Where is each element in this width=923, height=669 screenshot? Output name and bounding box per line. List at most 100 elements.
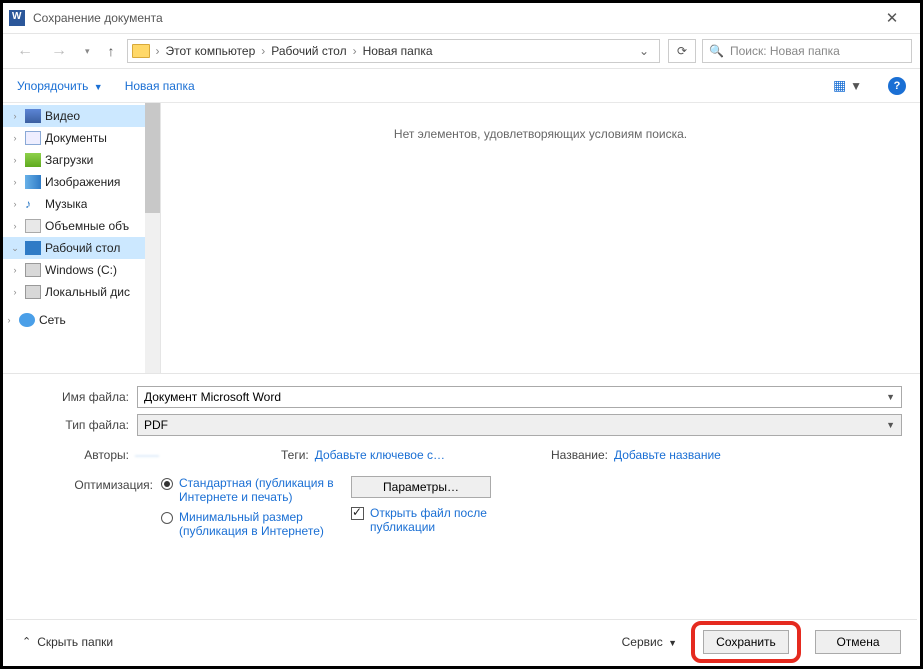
chevron-down-icon[interactable]: ▼ xyxy=(886,392,895,402)
chevron-icon: › xyxy=(9,111,21,121)
radio-icon xyxy=(161,512,173,524)
tree-item-network[interactable]: › Сеть xyxy=(3,309,160,331)
chevron-icon: ⌄ xyxy=(9,243,21,254)
chevron-icon: › xyxy=(9,287,21,297)
service-menu[interactable]: Сервис ▼ xyxy=(622,635,677,649)
tree-item-drv[interactable]: › Windows (C:) xyxy=(3,259,160,281)
tree-item-label: Windows (C:) xyxy=(45,263,117,277)
save-button[interactable]: Сохранить xyxy=(703,630,789,654)
parameters-button[interactable]: Параметры… xyxy=(351,476,491,498)
dialog-footer: ⌃ Скрыть папки Сервис ▼ Сохранить Отмена xyxy=(6,619,917,663)
folder-icon xyxy=(132,44,150,58)
film-icon xyxy=(25,109,41,123)
chevron-down-icon[interactable]: ▼ xyxy=(886,420,895,430)
chevron-right-icon: › xyxy=(353,44,357,58)
tree-item-vol[interactable]: › Объемные объ xyxy=(3,215,160,237)
window-title: Сохранение документа xyxy=(33,11,870,25)
nav-forward-icon[interactable]: → xyxy=(45,42,73,60)
help-icon[interactable]: ? xyxy=(888,77,906,95)
chevron-icon: › xyxy=(9,265,21,275)
tags-add-link[interactable]: Добавьте ключевое с… xyxy=(315,448,445,462)
save-highlight: Сохранить xyxy=(691,621,801,663)
search-input[interactable]: 🔍 Поиск: Новая папка xyxy=(702,39,912,63)
optimize-standard-radio[interactable]: Стандартная (публикация в Интернете и пе… xyxy=(161,476,351,504)
save-form: Имя файла: ▼ Тип файла: PDF ▼ Авторы: ——… xyxy=(3,373,920,552)
new-folder-button[interactable]: Новая папка xyxy=(125,79,195,93)
tree-item-dl[interactable]: › Загрузки xyxy=(3,149,160,171)
tree-item-img[interactable]: › Изображения xyxy=(3,171,160,193)
chevron-icon: › xyxy=(9,177,21,187)
authors-value[interactable]: —— xyxy=(135,448,159,462)
chevron-icon: › xyxy=(9,199,21,209)
title-add-link[interactable]: Добавьте название xyxy=(614,448,721,462)
filename-label: Имя файла: xyxy=(21,390,137,404)
tree-item-label: Изображения xyxy=(45,175,120,189)
tree-item-drv[interactable]: › Локальный дис xyxy=(3,281,160,303)
chevron-right-icon: › xyxy=(156,44,160,58)
optimize-label: Оптимизация: xyxy=(21,476,161,544)
tree-item-doc[interactable]: › Документы xyxy=(3,127,160,149)
tree-item-mus[interactable]: › Музыка xyxy=(3,193,160,215)
tree-item-label: Локальный дис xyxy=(45,285,130,299)
crumb-folder[interactable]: Новая папка xyxy=(359,44,437,58)
nav-up-icon[interactable]: ↑ xyxy=(102,43,121,59)
crumb-desktop[interactable]: Рабочий стол xyxy=(267,44,350,58)
search-placeholder: Поиск: Новая папка xyxy=(730,44,840,58)
chevron-up-icon: ⌃ xyxy=(22,635,31,648)
view-options-icon[interactable]: ▦ ▼ xyxy=(829,77,866,94)
tree-item-label: Сеть xyxy=(39,313,66,327)
authors-label: Авторы: xyxy=(21,448,129,462)
body: › Видео › Документы › Загрузки › Изображения › Му… xyxy=(3,103,920,373)
address-bar: ← → ▾ ↑ › Этот компьютер › Рабочий стол … xyxy=(3,33,920,69)
crumb-computer[interactable]: Этот компьютер xyxy=(162,44,260,58)
address-dropdown-icon[interactable]: ⌄ xyxy=(633,44,655,58)
tree-item-label: Видео xyxy=(45,109,80,123)
hide-folders-toggle[interactable]: ⌃ Скрыть папки xyxy=(22,635,113,649)
drv-icon xyxy=(25,285,41,299)
tree-item-desk[interactable]: ⌄ Рабочий стол xyxy=(3,237,160,259)
title-meta-label: Название: xyxy=(551,448,608,462)
filetype-select[interactable]: PDF ▼ xyxy=(137,414,902,436)
chevron-icon: › xyxy=(3,315,15,325)
file-list: Нет элементов, удовлетворяющих условиям … xyxy=(161,103,920,373)
open-after-checkbox[interactable]: Открыть файл после публикации xyxy=(351,506,551,534)
empty-message: Нет элементов, удовлетворяющих условиям … xyxy=(161,127,920,141)
checkbox-icon xyxy=(351,507,364,520)
organize-menu[interactable]: Упорядочить ▼ xyxy=(17,79,103,93)
chevron-icon: › xyxy=(9,155,21,165)
mus-icon xyxy=(25,197,41,211)
cancel-button[interactable]: Отмена xyxy=(815,630,901,654)
img-icon xyxy=(25,175,41,189)
chevron-icon: › xyxy=(9,133,21,143)
close-icon[interactable]: ✕ xyxy=(870,9,914,27)
tree-item-label: Музыка xyxy=(45,197,87,211)
chevron-right-icon: › xyxy=(261,44,265,58)
toolbar: Упорядочить ▼ Новая папка ▦ ▼ ? xyxy=(3,69,920,103)
filename-field[interactable]: ▼ xyxy=(137,386,902,408)
tags-label: Теги: xyxy=(281,448,309,462)
network-icon xyxy=(19,313,35,327)
tree-item-label: Рабочий стол xyxy=(45,241,120,255)
nav-history-dropdown[interactable]: ▾ xyxy=(79,46,96,57)
tree-item-label: Объемные объ xyxy=(45,219,129,233)
refresh-button[interactable]: ⟳ xyxy=(668,39,696,63)
radio-icon xyxy=(161,478,173,490)
filetype-value: PDF xyxy=(144,418,168,432)
breadcrumb[interactable]: › Этот компьютер › Рабочий стол › Новая … xyxy=(127,39,660,63)
filename-input[interactable] xyxy=(144,390,886,404)
optimize-minimal-radio[interactable]: Минимальный размер (публикация в Интерне… xyxy=(161,510,351,538)
drv-icon xyxy=(25,263,41,277)
desk-icon xyxy=(25,241,41,255)
doc-icon xyxy=(25,131,41,145)
dl-icon xyxy=(25,153,41,167)
nav-back-icon[interactable]: ← xyxy=(11,42,39,60)
tree-item-film[interactable]: › Видео xyxy=(3,105,160,127)
title-bar: Сохранение документа ✕ xyxy=(3,3,920,33)
tree-item-label: Документы xyxy=(45,131,107,145)
search-icon: 🔍 xyxy=(709,44,724,58)
word-app-icon xyxy=(9,10,25,26)
scrollbar-thumb[interactable] xyxy=(145,103,160,213)
chevron-icon: › xyxy=(9,221,21,231)
vol-icon xyxy=(25,219,41,233)
tree-item-label: Загрузки xyxy=(45,153,93,167)
